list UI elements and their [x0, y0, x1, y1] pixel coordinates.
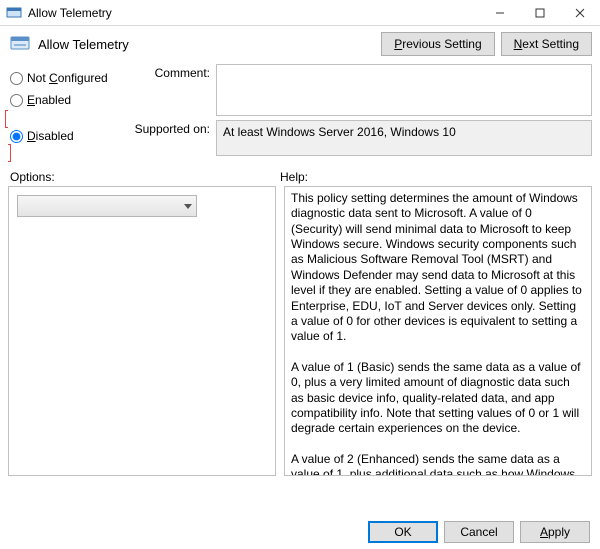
- ok-button[interactable]: OK: [368, 521, 438, 543]
- apply-button[interactable]: Apply: [520, 521, 590, 543]
- previous-setting-button[interactable]: Previous Setting: [381, 32, 494, 56]
- chevron-down-icon: [184, 204, 192, 209]
- highlight-disabled: Disabled: [5, 110, 118, 162]
- window-title: Allow Telemetry: [28, 6, 480, 20]
- supported-on-value: At least Windows Server 2016, Windows 10: [216, 120, 592, 156]
- radio-not-configured[interactable]: Not Configured: [8, 68, 118, 88]
- comment-label: Comment:: [128, 64, 216, 80]
- help-label: Help:: [280, 170, 308, 184]
- help-panel[interactable]: This policy setting determines the amoun…: [284, 186, 592, 476]
- options-combobox[interactable]: [17, 195, 197, 217]
- close-button[interactable]: [560, 0, 600, 26]
- policy-header: Allow Telemetry Previous Setting Next Se…: [8, 30, 592, 64]
- options-panel: [8, 186, 276, 476]
- next-setting-button[interactable]: Next Setting: [501, 32, 592, 56]
- radio-enabled[interactable]: Enabled: [8, 90, 118, 110]
- title-bar: Allow Telemetry: [0, 0, 600, 26]
- minimize-button[interactable]: [480, 0, 520, 26]
- policy-icon: [8, 32, 32, 56]
- comment-field[interactable]: [216, 64, 592, 116]
- gpedit-icon: [6, 5, 22, 21]
- dialog-footer: OK Cancel Apply: [368, 521, 590, 543]
- cancel-button[interactable]: Cancel: [444, 521, 514, 543]
- options-label: Options:: [10, 170, 280, 184]
- maximize-button[interactable]: [520, 0, 560, 26]
- state-radio-group: Not Configured Enabled Disabled: [8, 64, 118, 160]
- radio-disabled[interactable]: Disabled: [8, 126, 118, 146]
- supported-on-label: Supported on:: [128, 120, 216, 136]
- policy-title: Allow Telemetry: [38, 37, 375, 52]
